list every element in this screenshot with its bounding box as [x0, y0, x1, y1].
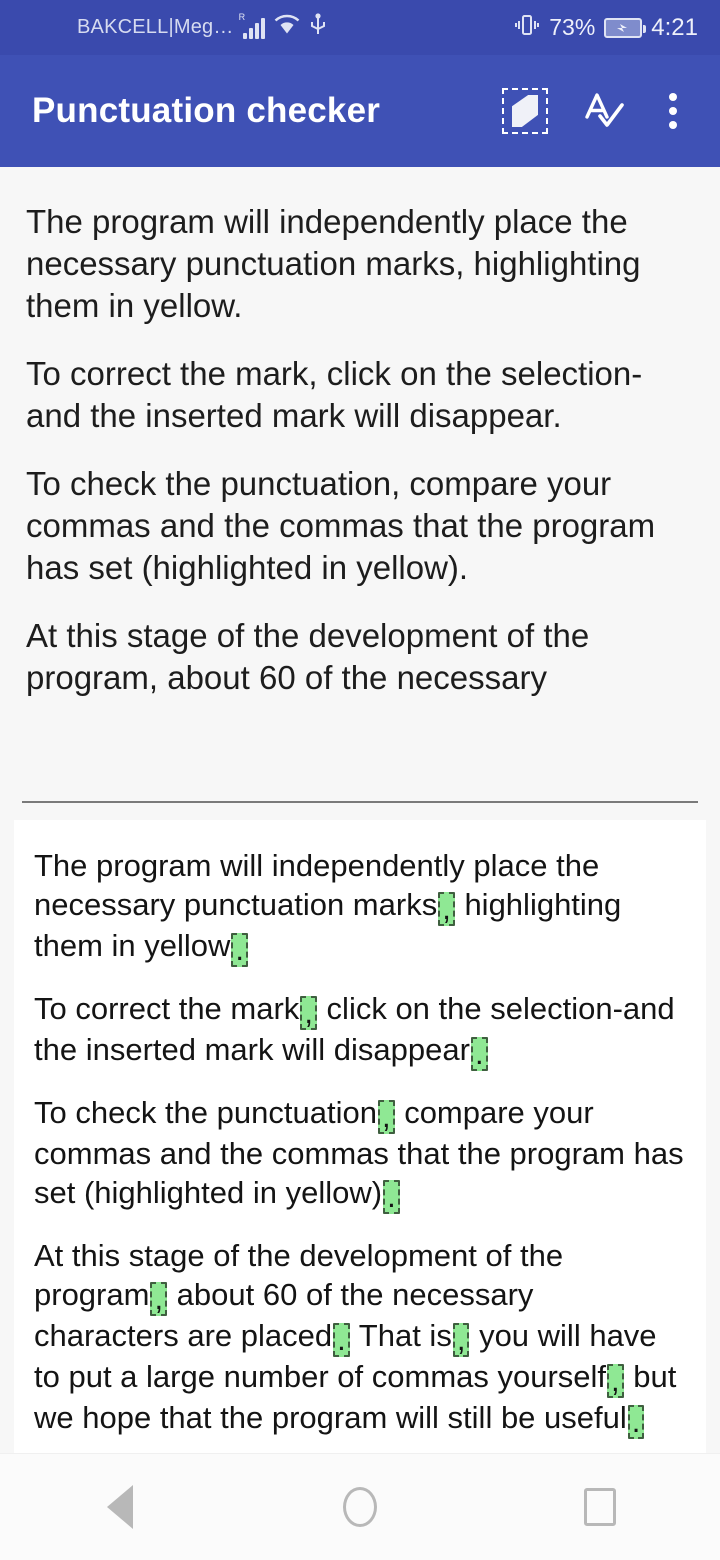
- app-bar: Punctuation checker: [0, 55, 720, 167]
- nav-home-button[interactable]: [300, 1454, 420, 1560]
- inserted-punctuation-mark[interactable]: .: [627, 1405, 645, 1439]
- inserted-punctuation-mark[interactable]: .: [470, 1037, 488, 1071]
- source-text-input[interactable]: The program will independently place the…: [0, 167, 720, 805]
- paste-icon: [502, 88, 548, 134]
- result-card[interactable]: The program will independently place the…: [14, 820, 706, 1454]
- inserted-punctuation-mark[interactable]: ,: [452, 1323, 470, 1357]
- inserted-punctuation-mark[interactable]: ,: [607, 1364, 624, 1398]
- result-paragraph: The program will independently place the…: [34, 848, 622, 967]
- inserted-punctuation-mark[interactable]: .: [333, 1323, 350, 1357]
- battery-charging-icon: [604, 17, 647, 38]
- app-bar-actions: [486, 72, 704, 150]
- spellcheck-icon: [577, 83, 629, 140]
- usb-icon: [309, 13, 327, 42]
- spellcheck-button[interactable]: [564, 72, 642, 150]
- android-navigation-bar: [0, 1453, 720, 1560]
- clock-label: 4:21: [651, 13, 698, 41]
- back-triangle-icon: [107, 1485, 133, 1529]
- carrier-label: BAKCELL|Meg…: [77, 16, 234, 38]
- source-paragraph: To correct the mark, click on the select…: [26, 355, 643, 434]
- wifi-icon: [274, 14, 300, 41]
- nav-back-button[interactable]: [60, 1454, 180, 1560]
- result-paragraph: To correct the mark, click on the select…: [34, 991, 675, 1071]
- overflow-menu-button[interactable]: [642, 72, 704, 150]
- status-bar-right: 73% 4:21: [514, 13, 698, 43]
- result-paragraph: To check the punctuation, compare your c…: [34, 1095, 684, 1214]
- nav-recents-button[interactable]: [540, 1454, 660, 1560]
- result-paragraph: At this stage of the development of the …: [34, 1238, 677, 1439]
- vibrate-icon: [514, 13, 540, 43]
- source-paragraph: To check the punctuation, compare your c…: [26, 465, 656, 586]
- overflow-menu-icon: [669, 93, 677, 129]
- signal-bars-icon: R: [239, 12, 265, 39]
- home-circle-icon: [343, 1487, 377, 1527]
- source-paragraph: The program will independently place the…: [26, 203, 641, 324]
- phone-screen: BAKCELL|Meg… R 73% 4:21 Punctuation chec…: [0, 0, 720, 1560]
- paste-button[interactable]: [486, 72, 564, 150]
- recents-square-icon: [584, 1488, 616, 1526]
- page-title: Punctuation checker: [32, 91, 381, 130]
- inserted-punctuation-mark[interactable]: ,: [300, 996, 317, 1030]
- battery-percent-label: 73%: [549, 14, 596, 40]
- inserted-punctuation-mark[interactable]: ,: [438, 892, 455, 926]
- inserted-punctuation-mark[interactable]: ,: [377, 1100, 395, 1134]
- inserted-punctuation-mark[interactable]: ,: [150, 1282, 168, 1316]
- status-bar: BAKCELL|Meg… R 73% 4:21: [0, 0, 720, 55]
- input-underline: [22, 801, 698, 803]
- source-paragraph: At this stage of the development of the …: [26, 617, 590, 696]
- inserted-punctuation-mark[interactable]: .: [231, 933, 249, 967]
- status-bar-left: BAKCELL|Meg… R: [77, 12, 327, 42]
- inserted-punctuation-mark[interactable]: .: [383, 1180, 400, 1214]
- roaming-indicator: R: [238, 11, 246, 22]
